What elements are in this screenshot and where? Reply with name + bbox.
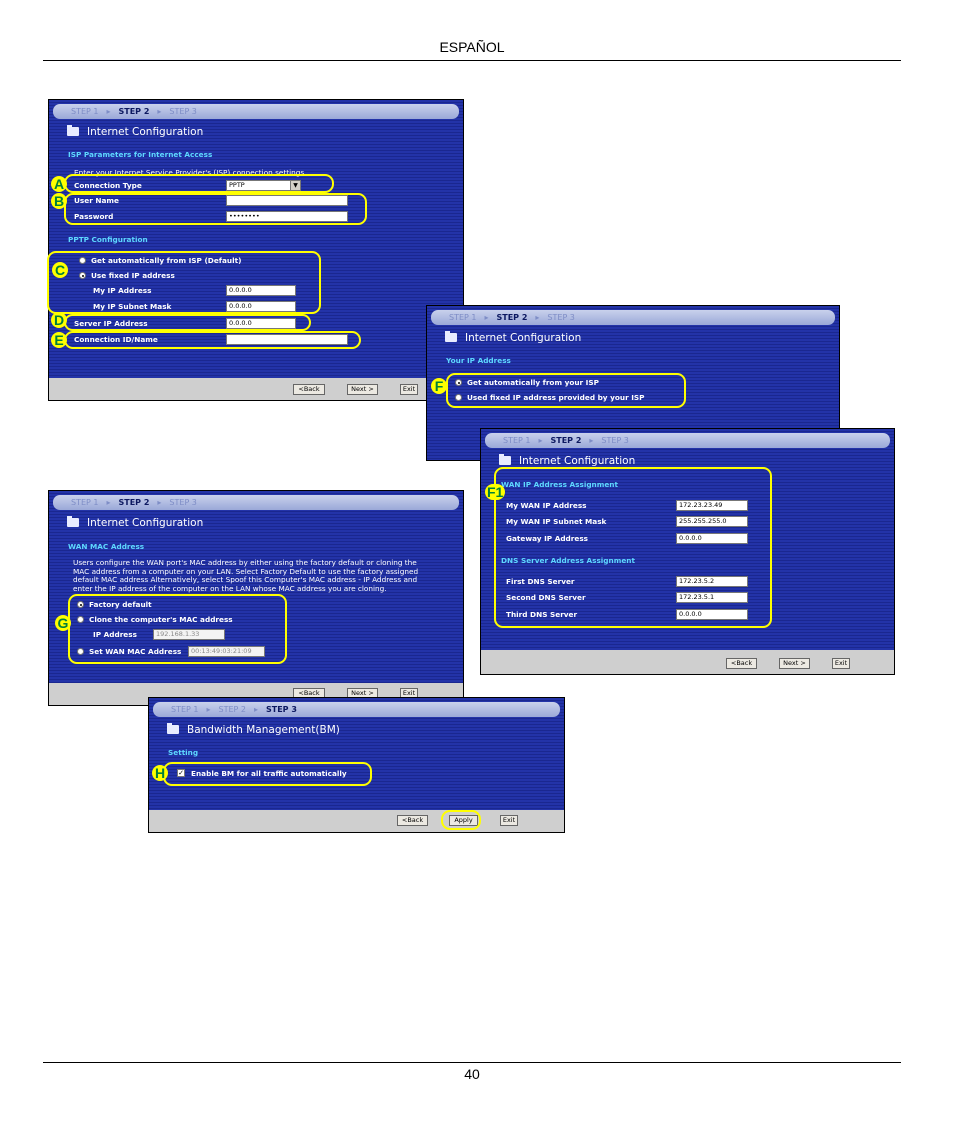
step-3-label[interactable]: STEP 3 [169, 498, 196, 507]
screenshot-isp-parameters: STEP 1 ▸ STEP 2 ▸ STEP 3 Internet Configurat… [48, 99, 464, 401]
exit-button[interactable]: Exit [500, 815, 518, 826]
folder-icon [499, 454, 511, 465]
callout-badge-c: C [52, 262, 68, 278]
folder-icon [445, 331, 457, 342]
callout-highlight-d [64, 314, 311, 331]
panel-title-text: Internet Configuration [87, 126, 204, 138]
header-rule [43, 60, 901, 61]
step-separator: ▸ [535, 313, 540, 322]
next-button[interactable]: Next > [779, 658, 810, 669]
callout-highlight-g [68, 594, 287, 664]
callout-highlight-h [163, 762, 372, 786]
page-number: 40 [464, 1066, 480, 1082]
callout-badge-d: D [51, 312, 67, 328]
folder-icon [167, 723, 179, 734]
panel-title: Internet Configuration [67, 516, 204, 529]
step-separator: ▸ [538, 436, 543, 445]
section-your-ip-address: Your IP Address [446, 356, 511, 365]
step-bar: STEP 1 ▸ STEP 2 ▸ STEP 3 [153, 702, 560, 717]
mac-description: Users configure the WAN port's MAC addre… [73, 558, 453, 593]
callout-badge-g: G [55, 615, 71, 631]
folder-icon [67, 516, 79, 527]
callout-badge-f1: F1 [485, 484, 506, 500]
step-bar: STEP 1 ▸ STEP 2 ▸ STEP 3 [53, 104, 459, 119]
step-2-label[interactable]: STEP 2 [119, 498, 150, 507]
callout-highlight-e [64, 331, 361, 349]
section-setting: Setting [168, 748, 199, 757]
footer-rule [43, 1062, 901, 1063]
callout-highlight-f1 [494, 467, 772, 628]
step-1-label[interactable]: STEP 1 [71, 498, 98, 507]
next-button[interactable]: Next > [347, 384, 378, 395]
panel-title: Internet Configuration [445, 331, 582, 344]
step-3-label[interactable]: STEP 3 [601, 436, 628, 445]
back-button[interactable]: <Back [726, 658, 757, 669]
step-3-label[interactable]: STEP 3 [169, 107, 196, 116]
step-2-label[interactable]: STEP 2 [119, 107, 150, 116]
mac-description-line: enter the IP address of the computer on … [73, 583, 387, 593]
callout-badge-b: B [51, 193, 67, 209]
step-separator: ▸ [253, 705, 258, 714]
step-separator: ▸ [206, 705, 211, 714]
panel-title: Internet Configuration [67, 125, 204, 138]
callout-highlight-apply [441, 810, 481, 830]
page-language-header: ESPAÑOL [439, 39, 505, 55]
exit-button[interactable]: Exit [832, 658, 850, 669]
callout-highlight-b [64, 193, 367, 225]
panel-title-text: Bandwidth Management(BM) [187, 724, 340, 736]
step-1-label[interactable]: STEP 1 [171, 705, 198, 714]
step-2-label[interactable]: STEP 2 [551, 436, 582, 445]
folder-icon [67, 125, 79, 136]
callout-highlight-f [446, 373, 686, 408]
step-3-label[interactable]: STEP 3 [266, 705, 297, 714]
back-button[interactable]: <Back [397, 815, 428, 826]
section-pptp-configuration: PPTP Configuration [68, 235, 148, 244]
step-separator: ▸ [106, 498, 111, 507]
step-separator: ▸ [589, 436, 594, 445]
step-1-label[interactable]: STEP 1 [449, 313, 476, 322]
section-wan-mac-address: WAN MAC Address [68, 542, 145, 551]
step-bar: STEP 1 ▸ STEP 2 ▸ STEP 3 [485, 433, 890, 448]
step-2-label[interactable]: STEP 2 [219, 705, 246, 714]
callout-badge-h: H [152, 765, 168, 781]
panel-title: Bandwidth Management(BM) [167, 723, 340, 736]
callout-badge-f: F [431, 378, 447, 394]
step-3-label[interactable]: STEP 3 [547, 313, 574, 322]
back-button[interactable]: <Back [293, 384, 325, 395]
callout-highlight-c [47, 251, 321, 314]
panel-title-text: Internet Configuration [465, 332, 582, 344]
step-2-label[interactable]: STEP 2 [497, 313, 528, 322]
step-1-label[interactable]: STEP 1 [71, 107, 98, 116]
step-separator: ▸ [106, 107, 111, 116]
step-bar: STEP 1 ▸ STEP 2 ▸ STEP 3 [53, 495, 459, 510]
step-separator: ▸ [157, 107, 162, 116]
step-separator: ▸ [157, 498, 162, 507]
callout-highlight-a [64, 174, 334, 193]
step-1-label[interactable]: STEP 1 [503, 436, 530, 445]
step-separator: ▸ [484, 313, 489, 322]
panel-title-text: Internet Configuration [87, 517, 204, 529]
callout-badge-e: E [51, 332, 67, 348]
panel-title-text: Internet Configuration [519, 455, 636, 467]
panel-title: Internet Configuration [499, 454, 636, 467]
step-bar: STEP 1 ▸ STEP 2 ▸ STEP 3 [431, 310, 835, 325]
section-isp-parameters: ISP Parameters for Internet Access [68, 150, 213, 159]
exit-button[interactable]: Exit [400, 384, 418, 395]
callout-badge-a: A [51, 176, 67, 192]
